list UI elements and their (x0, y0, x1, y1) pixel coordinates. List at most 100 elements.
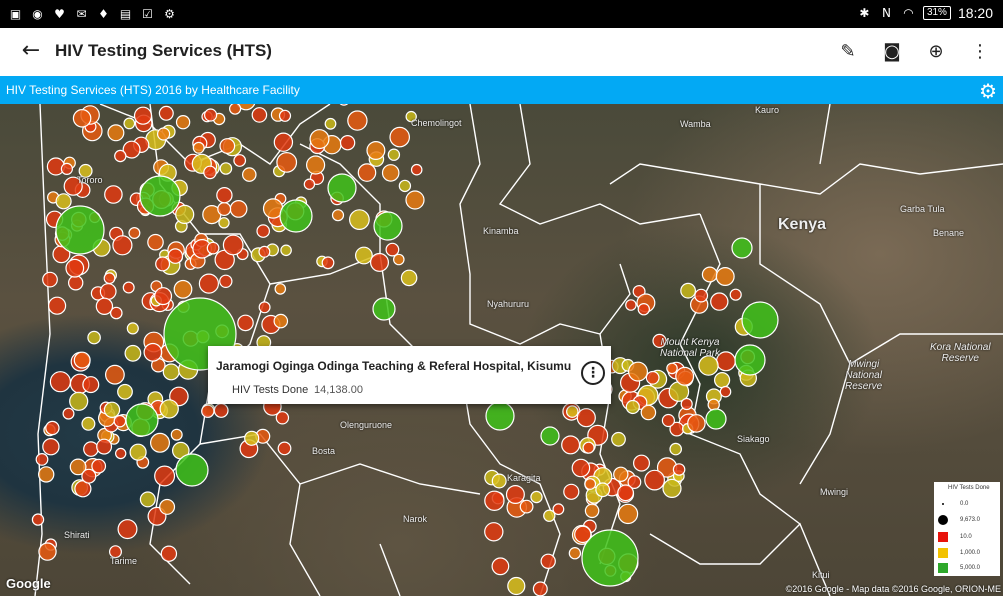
facility-marker[interactable] (122, 281, 135, 294)
facility-marker[interactable] (666, 362, 678, 375)
facility-marker[interactable] (159, 399, 179, 419)
facility-marker[interactable] (201, 404, 215, 418)
facility-marker[interactable] (381, 164, 400, 182)
facility-marker[interactable] (484, 522, 504, 542)
camera-icon[interactable]: ◙ (881, 38, 903, 64)
facility-marker[interactable] (96, 438, 113, 455)
facility-marker[interactable] (35, 453, 49, 466)
facility-marker[interactable] (729, 288, 742, 301)
facility-marker[interactable] (87, 330, 101, 345)
facility-marker[interactable] (662, 478, 682, 498)
facility-marker[interactable] (157, 127, 171, 141)
facility-marker[interactable] (276, 152, 298, 173)
facility-marker[interactable] (175, 453, 209, 487)
facility-marker[interactable] (661, 413, 676, 428)
facility-marker[interactable] (279, 199, 313, 233)
facility-marker[interactable] (204, 108, 218, 122)
facility-marker[interactable] (349, 209, 370, 230)
facility-marker[interactable] (373, 211, 403, 241)
facility-marker[interactable] (563, 483, 580, 500)
facility-marker[interactable] (258, 245, 271, 258)
map-attribution[interactable]: ©2016 Google - Map data ©2016 Google, OR… (786, 584, 1001, 594)
facility-marker[interactable] (410, 163, 423, 176)
facility-marker[interactable] (694, 288, 709, 303)
facility-marker[interactable] (675, 366, 695, 386)
facility-marker[interactable] (65, 258, 85, 278)
facility-marker[interactable] (637, 302, 651, 316)
facility-marker[interactable] (306, 155, 326, 175)
facility-marker[interactable] (114, 447, 127, 460)
facility-marker[interactable] (339, 135, 356, 151)
facility-marker[interactable] (370, 252, 390, 272)
facility-marker[interactable] (584, 503, 600, 519)
facility-marker[interactable] (158, 105, 174, 121)
facility-marker[interactable] (632, 454, 650, 472)
facility-marker[interactable] (69, 391, 89, 411)
facility-marker[interactable] (62, 407, 75, 420)
facility-marker[interactable] (273, 132, 294, 152)
facility-marker[interactable] (398, 179, 412, 193)
facility-marker[interactable] (45, 420, 60, 436)
facility-marker[interactable] (258, 301, 271, 314)
facility-marker[interactable] (72, 109, 92, 128)
facility-marker[interactable] (491, 473, 507, 489)
facility-marker[interactable] (731, 237, 753, 259)
facility-marker[interactable] (309, 129, 330, 150)
facility-marker[interactable] (198, 273, 219, 294)
facility-marker[interactable] (229, 199, 248, 218)
facility-marker[interactable] (392, 253, 405, 266)
facility-marker[interactable] (571, 458, 591, 478)
facility-marker[interactable] (42, 271, 58, 288)
facility-marker[interactable] (347, 110, 368, 131)
map-view[interactable]: Tororo Kenya Kinamba Nyahururu Mount Ken… (0, 104, 1003, 596)
facility-marker[interactable] (680, 282, 696, 299)
facility-marker[interactable] (565, 405, 579, 418)
facility-marker[interactable] (81, 416, 96, 431)
facility-marker[interactable] (687, 414, 706, 433)
facility-marker[interactable] (173, 279, 193, 299)
more-vert-icon[interactable]: ⋮ (969, 38, 991, 64)
facility-marker[interactable] (162, 363, 180, 381)
facility-marker[interactable] (540, 553, 556, 569)
facility-marker[interactable] (561, 435, 581, 455)
facility-marker[interactable] (114, 149, 127, 163)
facility-marker[interactable] (680, 397, 693, 411)
gear-icon[interactable]: ⚙ (979, 79, 997, 103)
facility-marker[interactable] (627, 361, 648, 382)
facility-marker[interactable] (216, 186, 233, 204)
facility-marker[interactable] (143, 342, 163, 362)
facility-marker[interactable] (275, 411, 290, 425)
facility-marker[interactable] (385, 242, 400, 257)
facility-marker[interactable] (719, 385, 732, 398)
facility-marker[interactable] (82, 376, 100, 394)
facility-marker[interactable] (213, 403, 229, 418)
facility-marker[interactable] (389, 126, 410, 148)
facility-marker[interactable] (229, 104, 242, 115)
facility-marker[interactable] (338, 104, 349, 106)
facility-marker[interactable] (256, 224, 270, 238)
facility-marker[interactable] (160, 545, 178, 562)
facility-marker[interactable] (38, 542, 57, 561)
facility-marker[interactable] (484, 490, 505, 511)
facility-marker[interactable] (485, 401, 515, 431)
facility-marker[interactable] (366, 140, 386, 160)
facility-marker[interactable] (154, 287, 173, 306)
facility-marker[interactable] (192, 141, 205, 154)
facility-marker[interactable] (217, 201, 232, 216)
facility-marker[interactable] (372, 297, 396, 321)
facility-marker[interactable] (222, 234, 244, 256)
more-info-icon[interactable]: ⋮ (581, 361, 605, 385)
facility-marker[interactable] (532, 581, 548, 596)
facility-marker[interactable] (530, 490, 543, 504)
facility-marker[interactable] (625, 399, 640, 415)
facility-marker[interactable] (355, 246, 373, 265)
facility-marker[interactable] (705, 408, 727, 430)
facility-marker[interactable] (405, 190, 425, 210)
facility-marker[interactable] (139, 175, 181, 217)
facility-marker[interactable] (278, 109, 292, 122)
facility-marker[interactable] (519, 499, 534, 514)
facility-marker[interactable] (237, 314, 254, 332)
facility-marker[interactable] (324, 117, 337, 130)
facility-marker[interactable] (540, 426, 560, 446)
facility-marker[interactable] (55, 205, 105, 255)
